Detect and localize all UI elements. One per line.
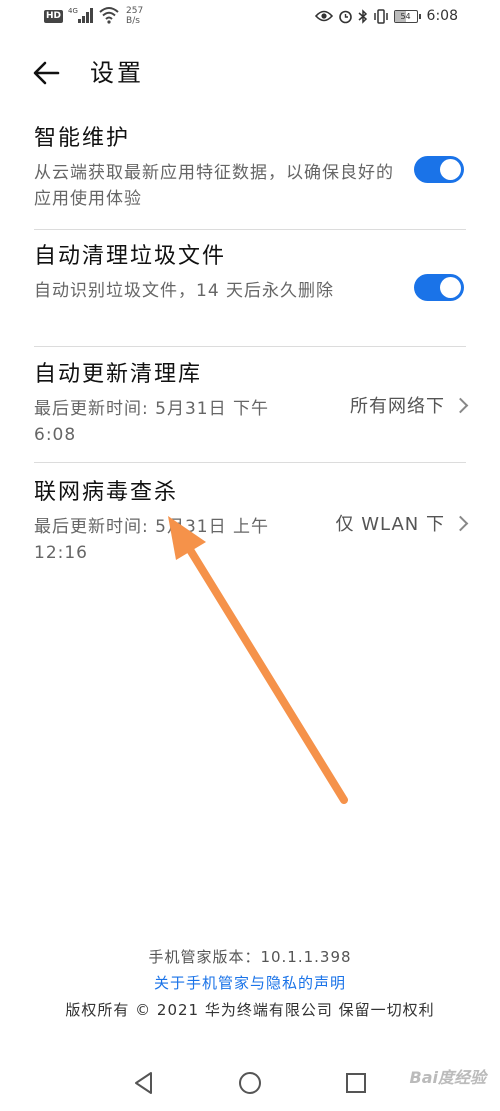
battery-icon: 54 [393, 9, 421, 23]
wifi-icon [99, 7, 119, 24]
recents-square-icon[interactable] [342, 1069, 370, 1097]
battery-level: 54 [400, 11, 411, 21]
back-triangle-icon[interactable] [130, 1069, 158, 1097]
virus-scan-network-value[interactable]: 仅 WLAN 下 [335, 510, 469, 536]
network-speed: 257 B/s [126, 6, 143, 26]
privacy-statement-link[interactable]: 关于手机管家与隐私的声明 [0, 972, 500, 993]
hd-badge: HD [44, 10, 64, 23]
setting-value: 仅 WLAN 下 [335, 514, 445, 535]
auto-clean-toggle[interactable] [414, 274, 464, 301]
vibrate-icon [373, 8, 388, 24]
setting-title: 自动清理垃圾文件 [34, 244, 227, 269]
eye-icon [314, 10, 333, 22]
smart-maintenance-toggle[interactable] [414, 156, 464, 183]
toggle-knob [440, 277, 461, 298]
home-circle-icon[interactable] [236, 1069, 264, 1097]
back-arrow-icon[interactable] [30, 56, 64, 90]
status-right: 54 6:08 [314, 8, 458, 24]
auto-update-network-value[interactable]: 所有网络下 [350, 392, 469, 418]
status-time: 6:08 [426, 8, 458, 24]
divider [34, 229, 466, 230]
net-speed-unit: B/s [126, 16, 140, 26]
divider [34, 346, 466, 347]
svg-text:4G: 4G [68, 7, 78, 15]
alarm-icon [338, 10, 352, 23]
status-left: HD 4G 257 B/s [44, 6, 143, 26]
setting-subtitle: 从云端获取最新应用特征数据，以确保良好的应用使用体验 [34, 163, 394, 209]
setting-subtitle: 自动识别垃圾文件，14 天后永久删除 [34, 281, 335, 301]
chevron-right-icon [452, 515, 469, 531]
setting-value: 所有网络下 [350, 396, 445, 417]
setting-title: 智能维护 [34, 126, 131, 151]
chevron-right-icon [452, 397, 469, 413]
status-bar: HD 4G 257 B/s 54 6:08 [0, 0, 500, 36]
app-version: 手机管家版本：10.1.1.398 [148, 948, 352, 966]
net-speed-value: 257 [126, 6, 144, 16]
bluetooth-icon [358, 8, 367, 24]
setting-subtitle: 最后更新时间: 5月31日 下午6:08 [34, 399, 269, 445]
setting-auto-clean[interactable]: 自动清理垃圾文件 自动识别垃圾文件，14 天后永久删除 [34, 242, 466, 304]
divider [34, 462, 466, 463]
copyright: 版权所有 © 2021 华为终端有限公司 保留一切权利 [65, 1001, 435, 1019]
page-title: 设置 [90, 59, 144, 87]
setting-title: 联网病毒查杀 [34, 480, 179, 505]
toggle-knob [440, 159, 461, 180]
setting-subtitle: 最后更新时间: 5月31日 上午12:16 [34, 517, 269, 563]
setting-smart-maintenance[interactable]: 智能维护 从云端获取最新应用特征数据，以确保良好的应用使用体验 [34, 124, 466, 212]
cellular-signal-icon: 4G [68, 7, 94, 23]
watermark-logo: Bai度经验 [409, 1068, 486, 1087]
setting-title: 自动更新清理库 [34, 362, 203, 387]
